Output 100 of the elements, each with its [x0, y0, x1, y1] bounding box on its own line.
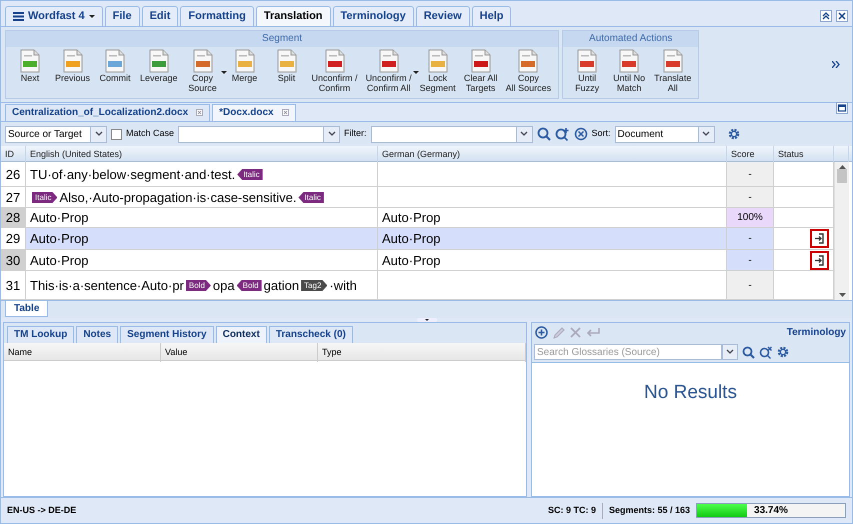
ribbon-button[interactable]: Commit: [95, 48, 136, 93]
scrollbar-thumb[interactable]: [837, 169, 847, 184]
row-id: 26: [1, 162, 26, 188]
menu-tab[interactable]: Terminology: [332, 6, 414, 26]
ribbon-button[interactable]: Until Fuzzy: [567, 48, 608, 93]
menu-tab[interactable]: Formatting: [180, 6, 254, 26]
document-icon: [192, 48, 213, 73]
row-id: 29: [1, 228, 26, 250]
menu-tab[interactable]: Translation: [256, 6, 331, 26]
caret-icon: [88, 14, 95, 18]
collapse-icon[interactable]: [820, 10, 832, 22]
segments-progress-label: Segments: 55 / 163: [608, 504, 690, 517]
checkbox[interactable]: [111, 128, 122, 140]
inline-tag: Italic: [237, 168, 263, 180]
document-icon: [105, 48, 126, 73]
close-icon[interactable]: [836, 10, 848, 22]
score-cell: -: [727, 250, 774, 272]
ribbon-button[interactable]: Next: [10, 48, 50, 93]
chevron-down-icon[interactable]: [94, 131, 102, 138]
search-icon[interactable]: [536, 127, 551, 142]
splitter-handle-icon[interactable]: [416, 318, 436, 322]
chevron-down-icon[interactable]: [520, 131, 528, 138]
source-cell[interactable]: TU·of·any·below·segment·and·test. Italic: [26, 162, 378, 188]
inline-tag: Italic: [298, 192, 324, 203]
document-icon: [276, 48, 297, 73]
ribbon-button[interactable]: Clear All Targets: [460, 48, 501, 93]
source-text: TU·of·any·below·segment·and·test.: [30, 166, 236, 184]
progress-reading: 33.74%: [753, 504, 789, 518]
panel-tab[interactable]: Notes: [76, 326, 118, 343]
source-text: This·is·a·sentence·Auto·pr: [30, 276, 184, 295]
source-text: opa: [212, 276, 235, 295]
score-cell: -: [727, 162, 774, 188]
column-header: Value: [161, 342, 318, 362]
ribbon-button[interactable]: Unconfirm / Confirm All: [362, 48, 415, 93]
ribbon-button[interactable]: Copy All Sources: [502, 48, 554, 93]
document-tab[interactable]: Centralization_of_Localization2.docx: [5, 104, 210, 121]
document-icon: [428, 48, 448, 73]
add-icon[interactable]: [535, 326, 548, 340]
search-field[interactable]: [178, 126, 340, 143]
glossary-search-field[interactable]: Search Glossaries (Source): [534, 344, 722, 360]
panel-tab[interactable]: Segment History: [120, 326, 214, 343]
target-cell[interactable]: Auto·Prop: [378, 228, 727, 250]
document-icon: [20, 48, 40, 73]
score-cell: -: [727, 187, 774, 208]
source-cell[interactable]: Auto·Prop: [26, 228, 378, 250]
panel-tab[interactable]: Transcheck (0): [268, 326, 353, 343]
ribbon-button[interactable]: Previous: [52, 48, 94, 93]
target-cell[interactable]: [378, 187, 727, 208]
source-text: Auto·Prop: [30, 230, 89, 248]
view-tab[interactable]: Table: [5, 300, 48, 317]
clear-search-icon[interactable]: [759, 346, 772, 359]
ribbon-button[interactable]: Split: [266, 48, 307, 93]
magnifier-plus-icon[interactable]: [554, 127, 570, 142]
menu-tab[interactable]: Edit: [142, 6, 178, 26]
source-cell[interactable]: Italic Also,·Auto-propagation·is·case-sensitive. Italic: [26, 187, 378, 208]
row-id: 31: [1, 271, 26, 300]
source-text: Auto·Prop: [30, 252, 89, 270]
caret-icon: [412, 70, 419, 74]
sort-dropdown[interactable]: Document: [614, 126, 715, 143]
ribbon-button[interactable]: Until No Match: [609, 48, 650, 93]
document-icon: [518, 48, 538, 73]
ribbon-button[interactable]: Translate All: [651, 48, 694, 93]
search-icon[interactable]: [742, 346, 755, 359]
ribbon-button[interactable]: Unconfirm / Confirm: [308, 48, 361, 93]
document-icon: [619, 48, 640, 73]
source-text: Auto·Prop: [30, 209, 89, 228]
clear-icon[interactable]: [574, 127, 588, 142]
scope-dropdown[interactable]: Source or Target: [5, 126, 107, 143]
scroll-down-icon[interactable]: [838, 292, 846, 297]
window-icon[interactable]: [836, 102, 848, 114]
document-icon: [324, 48, 345, 73]
row-id: 28: [1, 208, 26, 228]
row-id: 30: [1, 250, 26, 272]
ribbon-button[interactable]: Merge: [224, 48, 265, 93]
document-icon: [62, 48, 82, 73]
menu-tab[interactable]: Help: [472, 6, 512, 26]
menu-icon: [13, 12, 24, 21]
ribbon-button[interactable]: Lock Segment: [416, 48, 459, 93]
target-cell[interactable]: Auto·Prop: [378, 250, 727, 272]
ribbon-button[interactable]: Copy Source: [182, 48, 223, 93]
settings-icon[interactable]: [726, 127, 741, 142]
double-chevron-icon[interactable]: [832, 60, 840, 68]
panel-tab[interactable]: Context: [216, 326, 267, 343]
sort-label: Sort:: [592, 127, 611, 140]
document-icon: [234, 48, 255, 73]
menu-tab[interactable]: Review: [416, 6, 470, 26]
panel-tab[interactable]: TM Lookup: [7, 326, 74, 343]
target-cell[interactable]: [378, 162, 727, 188]
match-case-label: Match Case: [126, 127, 174, 140]
document-tab[interactable]: *Docx.docx: [212, 104, 296, 121]
app-menu-button[interactable]: Wordfast 4: [5, 6, 103, 26]
chevron-down-icon[interactable]: [328, 131, 336, 138]
chevron-down-icon[interactable]: [702, 131, 710, 138]
menu-tab[interactable]: File: [104, 6, 140, 26]
settings-icon[interactable]: [776, 345, 790, 360]
filter-field[interactable]: [370, 126, 533, 143]
ribbon-button[interactable]: Leverage: [137, 48, 181, 93]
source-text: Also,·Auto-propagation·is·case-sensitive.: [59, 188, 296, 207]
chevron-down-icon[interactable]: [726, 349, 734, 356]
source-cell[interactable]: Auto·Prop: [26, 250, 378, 272]
